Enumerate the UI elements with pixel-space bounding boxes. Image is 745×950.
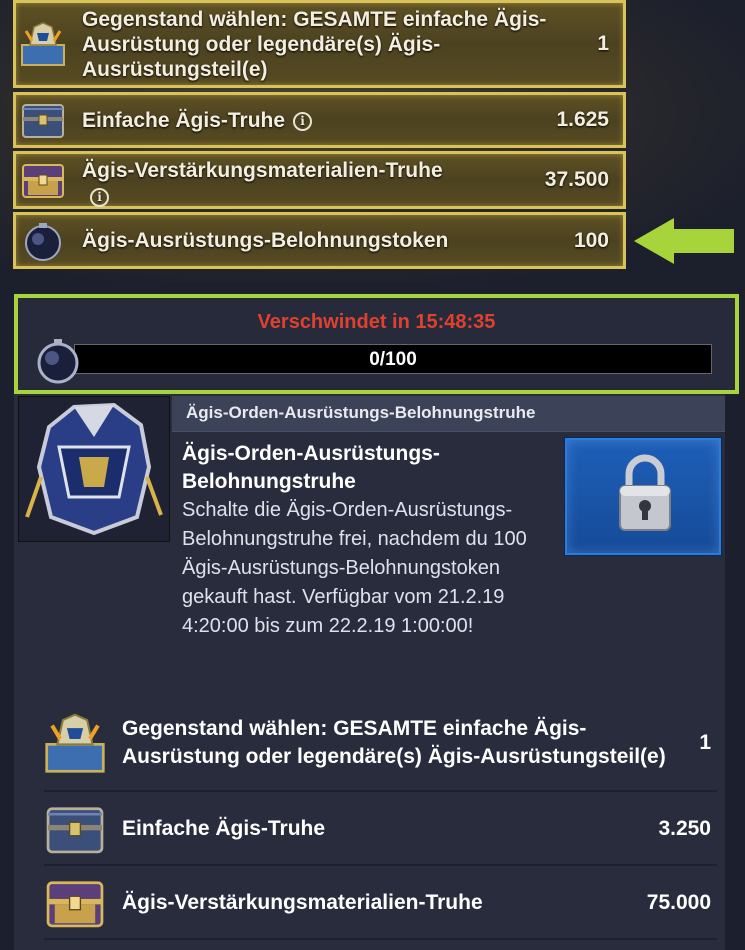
highlight-arrow-icon [634,218,734,264]
top-reward-row-token[interactable]: Ägis-Ausrüstungs-Belohnungstoken 100 [13,212,626,269]
reward-qty: 1 [597,32,609,55]
chest-description: Schalte die Ägis-Orden-Ausrüstungs-Beloh… [182,499,527,637]
reward-qty: 3.250 [658,817,711,840]
top-reward-row[interactable]: Einfache Ägis-Truhe i 1.625 [13,92,626,148]
hero-chest-icon [21,22,65,66]
reward-qty: 75.000 [646,891,711,914]
reward-label-text: Einfache Ägis-Truhe [82,108,286,132]
hero-chest-icon [45,713,105,773]
reward-label: Gegenstand wählen: GESAMTE einfache Ägis… [82,7,547,81]
aegis-chest-icon [46,807,104,854]
list-item[interactable]: Einfache Ägis-Truhe 3.250 [44,794,717,866]
timer-box: Verschwindet in 15:48:35 0/100 [14,294,739,394]
reward-label: Ägis-Verstärkungsmaterialien-Truhe i [82,158,545,210]
token-orb-icon [37,339,79,384]
top-reward-row[interactable]: Gegenstand wählen: GESAMTE einfache Ägis… [13,0,626,88]
reward-label-text: Ägis-Verstärkungsmaterialien-Truhe [82,159,443,182]
reward-label: Gegenstand wählen: GESAMTE einfache Ägis… [122,717,666,768]
reward-qty: 1 [699,731,711,754]
aegis-chest-icon [22,104,64,138]
armor-icon [25,402,163,536]
reward-label: Ägis-Ausrüstungs-Belohnungstoken [82,229,449,252]
reward-qty: 1.625 [556,108,609,131]
countdown-text: Verschwindet in 15:48:35 [257,311,496,333]
locked-chest-button[interactable] [565,438,721,555]
reward-chest-panel: Ägis-Orden-Ausrüstungs-Belohnungstruhe Ä… [14,394,725,950]
top-reward-row[interactable]: Ägis-Verstärkungsmaterialien-Truhe i 37.5… [13,151,626,209]
list-item[interactable]: Gegenstand wählen: GESAMTE einfache Ägis… [44,696,717,792]
reward-qty: 37.500 [544,168,609,191]
list-item[interactable]: Ägis-Verstärkungsmaterialien-Truhe 75.00… [44,868,717,940]
token-orb-icon [25,222,61,261]
armor-image [18,396,170,542]
reward-label: Einfache Ägis-Truhe [122,817,326,840]
gold-chest-icon [22,164,64,198]
panel-header: Ägis-Orden-Ausrüstungs-Belohnungstruhe [172,396,725,432]
progress-label: 0/100 [369,349,417,370]
chest-title: Ägis-Orden-Ausrüstungs-Belohnungstruhe [182,442,440,493]
gold-chest-icon [46,881,104,928]
info-icon[interactable]: i [293,111,313,131]
info-icon[interactable]: i [90,188,109,207]
reward-label: Einfache Ägis-Truhe i [82,108,556,133]
reward-qty: 100 [573,228,609,252]
reward-label: Ägis-Verstärkungsmaterialien-Truhe [122,891,483,914]
lock-icon [619,454,671,531]
token-progress-bar: 0/100 [74,344,712,374]
